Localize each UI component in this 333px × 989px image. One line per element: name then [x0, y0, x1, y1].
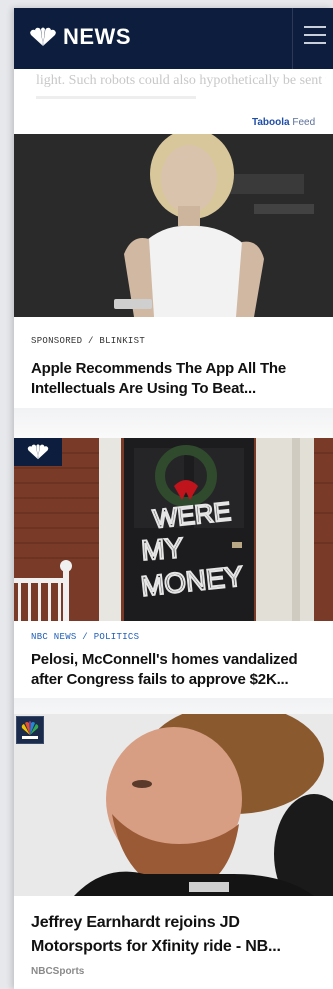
- header-divider: [292, 8, 293, 69]
- article-tail-text: light. Such robots could also hypothetic…: [36, 73, 326, 88]
- card-kicker-link[interactable]: NBC NEWS / POLITICS: [31, 631, 139, 643]
- nbc-peacock-icon: [30, 27, 56, 46]
- logo-text: NEWS: [63, 24, 131, 49]
- nbc-news-logo[interactable]: NEWS: [28, 25, 131, 49]
- news-page: NEWS light. Such robots could also hypot…: [14, 8, 333, 989]
- card-image-woman-phone[interactable]: [14, 134, 333, 317]
- card-headline[interactable]: Jeffrey Earnhardt rejoins JD Motorsports…: [31, 911, 331, 959]
- card-image-driver[interactable]: [14, 714, 333, 896]
- svg-text:MY: MY: [140, 532, 184, 566]
- card-separator: [14, 408, 333, 438]
- taboola-feed-text: Feed: [292, 117, 316, 128]
- article-tail-text-faded: [36, 90, 326, 110]
- nbc-sports-icon: [16, 716, 44, 744]
- card-kicker[interactable]: SPONSORED / BLINKIST: [31, 335, 145, 347]
- card-headline[interactable]: Pelosi, McConnell's homes vandalized aft…: [31, 650, 321, 690]
- app-header: NEWS: [14, 8, 333, 69]
- taboola-brand: Taboola: [252, 117, 290, 128]
- taboola-feed-label[interactable]: Taboola Feed: [252, 117, 315, 129]
- card-source: NBCSports: [31, 966, 85, 977]
- nbc-peacock-icon: [14, 438, 62, 466]
- hamburger-menu-icon[interactable]: [304, 26, 328, 48]
- card-headline[interactable]: Apple Recommends The App All The Intelle…: [31, 359, 321, 399]
